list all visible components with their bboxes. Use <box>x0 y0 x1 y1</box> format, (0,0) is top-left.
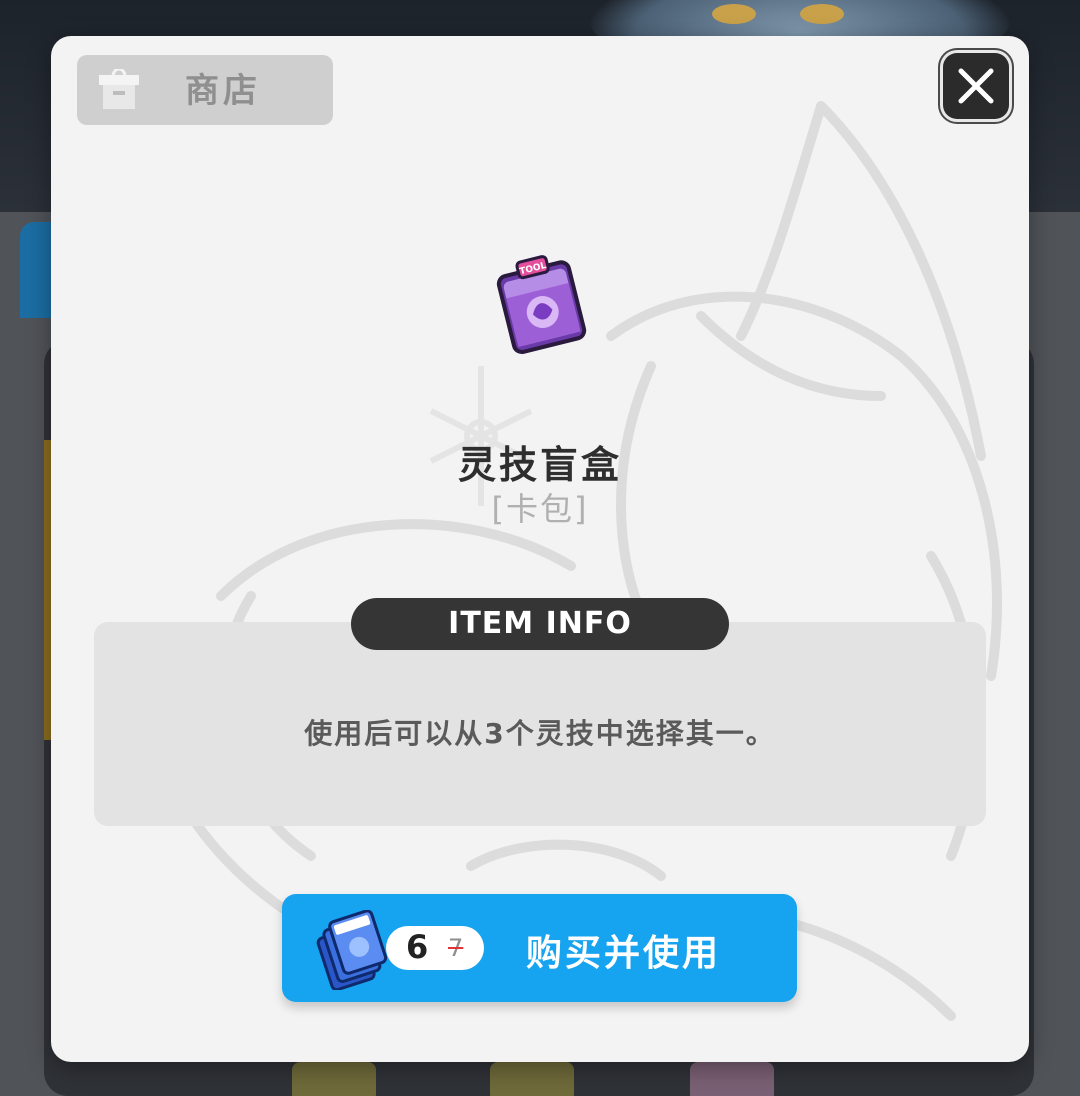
shop-label: 商店 <box>185 71 261 111</box>
ticket-icon <box>316 910 388 990</box>
game-screen: 商店 TOOL 灵技盲盒 [卡包] ITEM INFO 使用后可以从3个灵技中选… <box>0 0 1080 1096</box>
background-traits-pack-icon <box>490 1062 574 1096</box>
item-detail-dialog: 商店 TOOL 灵技盲盒 [卡包] ITEM INFO 使用后可以从3个灵技中选… <box>51 36 1029 1062</box>
close-icon <box>958 68 994 104</box>
item-type: [卡包] <box>491 490 589 528</box>
close-button[interactable] <box>943 53 1009 119</box>
background-character-eye <box>712 4 756 24</box>
buy-and-use-button[interactable]: 6 7 购买并使用 <box>282 894 797 1002</box>
shop-box-icon <box>99 69 139 109</box>
background-trick-pack-icon <box>690 1062 774 1096</box>
buy-label: 购买并使用 <box>526 933 722 974</box>
background-traits-pack-icon <box>292 1062 376 1096</box>
price-pill: 6 7 <box>386 926 484 970</box>
card-pack-icon: TOOL <box>496 255 587 355</box>
item-info-header: ITEM INFO <box>351 598 729 650</box>
background-character-eye <box>800 4 844 24</box>
shop-tag: 商店 <box>77 55 333 125</box>
price-original: 7 <box>448 934 464 962</box>
price-current: 6 <box>406 928 429 966</box>
item-description: 使用后可以从3个灵技中选择其一。 <box>304 717 776 750</box>
item-name: 灵技盲盒 <box>457 443 622 487</box>
